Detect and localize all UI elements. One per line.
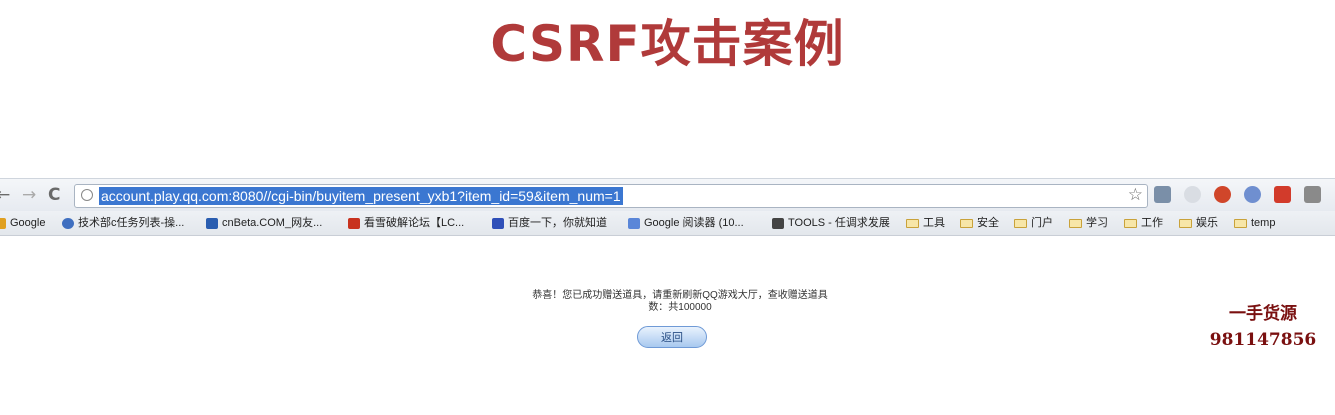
print-icon[interactable]: [1184, 186, 1201, 203]
bookmark-tools[interactable]: TOOLS - 任调求发展: [772, 214, 890, 232]
bookmark-folder-portal[interactable]: 门户: [1014, 214, 1053, 232]
bookmark-label: 百度一下，你就知道: [508, 217, 607, 229]
bookmark-label: 看雪破解论坛【LC...: [364, 217, 465, 229]
bookmark-label: temp: [1251, 217, 1276, 229]
bookmark-folder-study[interactable]: 学习: [1069, 214, 1108, 232]
address-bar[interactable]: account.play.qq.com:8080//cgi-bin/buyite…: [74, 184, 1148, 208]
folder-icon: [906, 218, 919, 228]
bookmark-folder-work[interactable]: 工作: [1124, 214, 1163, 232]
bookmark-folder-tools[interactable]: 工具: [906, 214, 945, 232]
folder-icon: [1124, 218, 1137, 228]
bookmarks-bar: Google 技术部c任务列表-操... cnBeta.COM_网友... 看雪…: [0, 211, 1335, 236]
bookmark-folder-entertainment[interactable]: 娱乐: [1179, 214, 1218, 232]
bookmark-kanxue[interactable]: 看雪破解论坛【LC...: [348, 214, 464, 232]
bookmark-label: TOOLS - 任调求发展: [788, 217, 890, 229]
success-message-line2: 数：共100000: [648, 302, 712, 313]
extension-icon[interactable]: [1154, 186, 1171, 203]
bookmark-label: 工具: [923, 217, 945, 229]
google-icon: [0, 217, 6, 229]
success-message-line1: 恭喜！您已成功赠送道具，请重新刷新QQ游戏大厅，查收赠送道具: [532, 290, 828, 301]
bookmark-tasks[interactable]: 技术部c任务列表-操...: [62, 214, 184, 232]
bookmark-folder-security[interactable]: 安全: [960, 214, 999, 232]
watermark-line2: 981147856: [1209, 330, 1317, 350]
watermark-line1: 一手货源: [1229, 304, 1297, 324]
bookmark-label: 学习: [1086, 217, 1108, 229]
folder-icon: [1179, 218, 1192, 228]
success-message: 恭喜！您已成功赠送道具，请重新刷新QQ游戏大厅，查收赠送道具 数：共100000: [500, 290, 860, 314]
folder-icon: [1234, 218, 1247, 228]
folder-icon: [1069, 218, 1082, 228]
bookmark-label: 安全: [977, 217, 999, 229]
gmail-icon[interactable]: [1274, 186, 1291, 203]
reload-icon[interactable]: C: [48, 186, 60, 204]
bookmark-google[interactable]: Google: [0, 214, 45, 232]
slide-title: CSRF攻击案例: [490, 15, 845, 73]
bookmark-label: cnBeta.COM_网友...: [222, 217, 323, 229]
tools-icon: [772, 217, 784, 229]
watermark: 一手货源 981147856: [1208, 301, 1318, 353]
page-icon: [81, 189, 93, 201]
url-text[interactable]: account.play.qq.com:8080//cgi-bin/buyite…: [99, 187, 623, 205]
bookmark-star-icon[interactable]: ☆: [1128, 185, 1143, 205]
bookmark-label: Google 阅读器 (10...: [644, 217, 744, 229]
baidu-icon: [492, 217, 504, 229]
evernote-icon[interactable]: [1304, 186, 1321, 203]
forward-icon[interactable]: →: [22, 186, 36, 204]
bookmark-label: 技术部c任务列表-操...: [78, 217, 185, 229]
kanxue-icon: [348, 217, 360, 229]
bookmark-label: 门户: [1031, 217, 1053, 229]
back-icon[interactable]: ←: [0, 186, 10, 204]
browser-toolbar: ← → C account.play.qq.com:8080//cgi-bin/…: [0, 178, 1335, 212]
bookmark-label: Google: [10, 217, 46, 229]
bookmark-folder-temp[interactable]: temp: [1234, 214, 1275, 232]
bookmark-label: 工作: [1141, 217, 1163, 229]
globe-icon: [62, 217, 74, 229]
bookmark-baidu[interactable]: 百度一下，你就知道: [492, 214, 607, 232]
cnbeta-icon: [206, 217, 218, 229]
circle-extension-icon[interactable]: [1244, 186, 1261, 203]
bookmark-cnbeta[interactable]: cnBeta.COM_网友...: [206, 214, 322, 232]
folder-icon: [1014, 218, 1027, 228]
folder-icon: [960, 218, 973, 228]
reader-icon: [628, 217, 640, 229]
opera-icon[interactable]: [1214, 186, 1231, 203]
bookmark-label: 娱乐: [1196, 217, 1218, 229]
bookmark-reader[interactable]: Google 阅读器 (10...: [628, 214, 744, 232]
return-button[interactable]: 返回: [637, 326, 707, 348]
